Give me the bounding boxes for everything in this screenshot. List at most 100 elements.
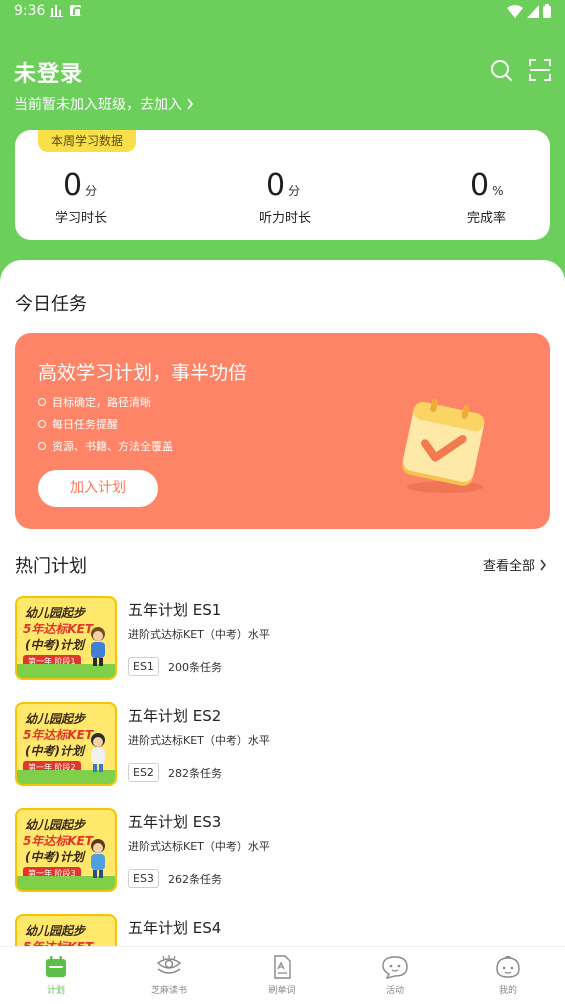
thumb-title: (中考)计划 — [25, 744, 84, 758]
bullet-circle-icon — [38, 420, 46, 428]
plan-level-tag: ES1 — [128, 657, 159, 676]
plan-name: 五年计划 ES3 — [128, 813, 222, 831]
plan-level-tag: ES3 — [128, 869, 159, 888]
nav-tab-words[interactable]: 刷单词 — [247, 955, 317, 996]
bullet-circle-icon — [38, 442, 46, 450]
promo-bullet-text: 每日任务提醒 — [52, 418, 118, 431]
nav-tab-reading[interactable]: 芝麻读书 — [134, 955, 204, 996]
plan-thumbnail: 幼儿园起步 5年达标KET (中考)计划 第一年 阶段2 — [15, 702, 117, 786]
promo-bullet-text: 资源、书籍、方法全覆盖 — [52, 440, 173, 453]
scan-icon[interactable] — [528, 58, 552, 82]
plan-thumbnail: 幼儿园起步 5年达标KET — [15, 914, 117, 946]
profile-face-icon — [496, 955, 520, 978]
child-figure-icon — [91, 627, 105, 666]
plan-description: 进阶式达标KET（中考）水平 — [128, 628, 270, 641]
chat-face-icon — [382, 956, 408, 979]
promo-bullet-list: 目标确定，路径清晰 每日任务提醒 资源、书籍、方法全覆盖 — [38, 391, 173, 457]
promo-bullet: 资源、书籍、方法全覆盖 — [38, 435, 173, 457]
promo-bullet: 目标确定，路径清晰 — [38, 391, 173, 413]
plan-description: 进阶式达标KET（中考）水平 — [128, 840, 270, 853]
plan-level-tag: ES2 — [128, 763, 159, 782]
plan-name: 五年计划 ES4 — [128, 919, 222, 937]
plan-task-count: 282条任务 — [168, 767, 222, 780]
join-class-text: 当前暂未加入班级，去加入 — [14, 97, 182, 113]
thumb-title: 幼儿园起步 — [25, 606, 86, 620]
login-status-title[interactable]: 未登录 — [14, 56, 83, 88]
thumb-title: 幼儿园起步 — [25, 818, 86, 832]
cellular-icon — [527, 4, 539, 18]
thumb-title: 5年达标KET — [23, 834, 94, 848]
stat-value: 0 — [470, 168, 490, 203]
promo-title: 高效学习计划，事半功倍 — [38, 362, 248, 384]
stat-label: 学习时长 — [55, 211, 108, 226]
thumb-grass — [17, 770, 115, 784]
bottom-navigation: 计划 芝麻读书 刷单词 活动 我的 — [0, 946, 565, 1004]
nav-label: 计划 — [46, 986, 65, 996]
nav-label: 我的 — [498, 986, 517, 996]
plan-item-es3[interactable]: 幼儿园起步 5年达标KET (中考)计划 第一年 阶段3 五年计划 ES3 进阶… — [15, 808, 550, 894]
plan-description: 进阶式达标KET（中考）水平 — [128, 734, 270, 747]
calendar-check-illustration — [402, 398, 485, 493]
reading-icon — [156, 955, 182, 974]
bullet-circle-icon — [38, 398, 46, 406]
stat-completion-rate: 0% 完成率 — [467, 168, 565, 226]
join-class-link[interactable]: 当前暂未加入班级，去加入 — [14, 94, 194, 114]
stat-unit: 分 — [85, 184, 98, 198]
plan-item-es4[interactable]: 幼儿园起步 5年达标KET 五年计划 ES4 — [15, 914, 550, 946]
signal-bars-icon — [50, 5, 63, 17]
promo-bullet-text: 目标确定，路径清晰 — [52, 396, 151, 409]
plan-thumbnail: 幼儿园起步 5年达标KET (中考)计划 第一年 阶段1 — [15, 596, 117, 680]
weekly-stats-tag: 本周学习数据 — [38, 130, 137, 152]
view-all-text: 查看全部 — [483, 559, 536, 574]
nav-tab-activity[interactable]: 活动 — [360, 955, 430, 996]
thumb-title: 幼儿园起步 — [25, 712, 86, 726]
nav-label: 活动 — [385, 986, 404, 996]
nav-label: 芝麻读书 — [150, 986, 187, 996]
hot-plans-title: 热门计划 — [15, 556, 87, 577]
thumb-grass — [17, 876, 115, 890]
thumb-title: 5年达标KET — [23, 728, 94, 742]
nav-label: 刷单词 — [268, 986, 296, 996]
stat-unit: 分 — [288, 184, 301, 198]
wifi-icon — [507, 4, 523, 18]
thumb-grass — [17, 664, 115, 678]
chevron-right-icon — [187, 98, 193, 110]
study-plan-promo-card[interactable]: 高效学习计划，事半功倍 目标确定，路径清晰 每日任务提醒 资源、书籍、方法全覆盖… — [15, 333, 550, 529]
thumb-title: (中考)计划 — [25, 638, 84, 652]
nav-tab-me[interactable]: 我的 — [473, 955, 543, 996]
stat-label: 完成率 — [467, 211, 507, 226]
promo-bullet: 每日任务提醒 — [38, 413, 173, 435]
weekly-stats-card: 本周学习数据 0分 学习时长 0分 听力时长 0% 完成率 — [15, 130, 550, 240]
plan-task-count: 262条任务 — [168, 873, 222, 886]
notification-a-icon — [70, 5, 82, 16]
stat-value: 0 — [266, 168, 286, 203]
thumb-title: 5年达标KET — [23, 622, 94, 636]
battery-icon — [543, 4, 551, 18]
view-all-link[interactable]: 查看全部 — [483, 555, 547, 574]
chevron-right-icon — [540, 559, 546, 570]
plan-item-es2[interactable]: 幼儿园起步 5年达标KET (中考)计划 第一年 阶段2 五年计划 ES2 进阶… — [15, 702, 550, 788]
nav-tab-plan[interactable]: 计划 — [21, 955, 91, 996]
stat-listening-time: 0分 听力时长 — [259, 168, 359, 226]
document-icon — [274, 955, 291, 979]
status-bar: 9:36 — [0, 0, 565, 24]
stat-unit: % — [492, 184, 504, 198]
plan-thumbnail: 幼儿园起步 5年达标KET (中考)计划 第一年 阶段3 — [15, 808, 117, 892]
plan-task-count: 200条任务 — [168, 661, 222, 674]
today-tasks-title: 今日任务 — [15, 294, 87, 315]
thumb-title: 幼儿园起步 — [25, 924, 86, 938]
plan-name: 五年计划 ES1 — [128, 601, 222, 619]
calendar-icon — [46, 956, 66, 977]
stat-study-time: 0分 学习时长 — [55, 168, 155, 226]
child-figure-icon — [91, 839, 105, 878]
plan-name: 五年计划 ES2 — [128, 707, 222, 725]
thumb-title: 5年达标KET — [23, 938, 93, 946]
status-time: 9:36 — [14, 3, 46, 19]
plan-item-es1[interactable]: 幼儿园起步 5年达标KET (中考)计划 第一年 阶段1 五年计划 ES1 进阶… — [15, 596, 550, 682]
search-icon[interactable] — [489, 58, 513, 82]
join-plan-button[interactable]: 加入计划 — [38, 470, 158, 507]
stat-label: 听力时长 — [259, 211, 312, 226]
thumb-title: (中考)计划 — [25, 850, 84, 864]
child-figure-icon — [91, 733, 105, 772]
stat-value: 0 — [63, 168, 83, 203]
